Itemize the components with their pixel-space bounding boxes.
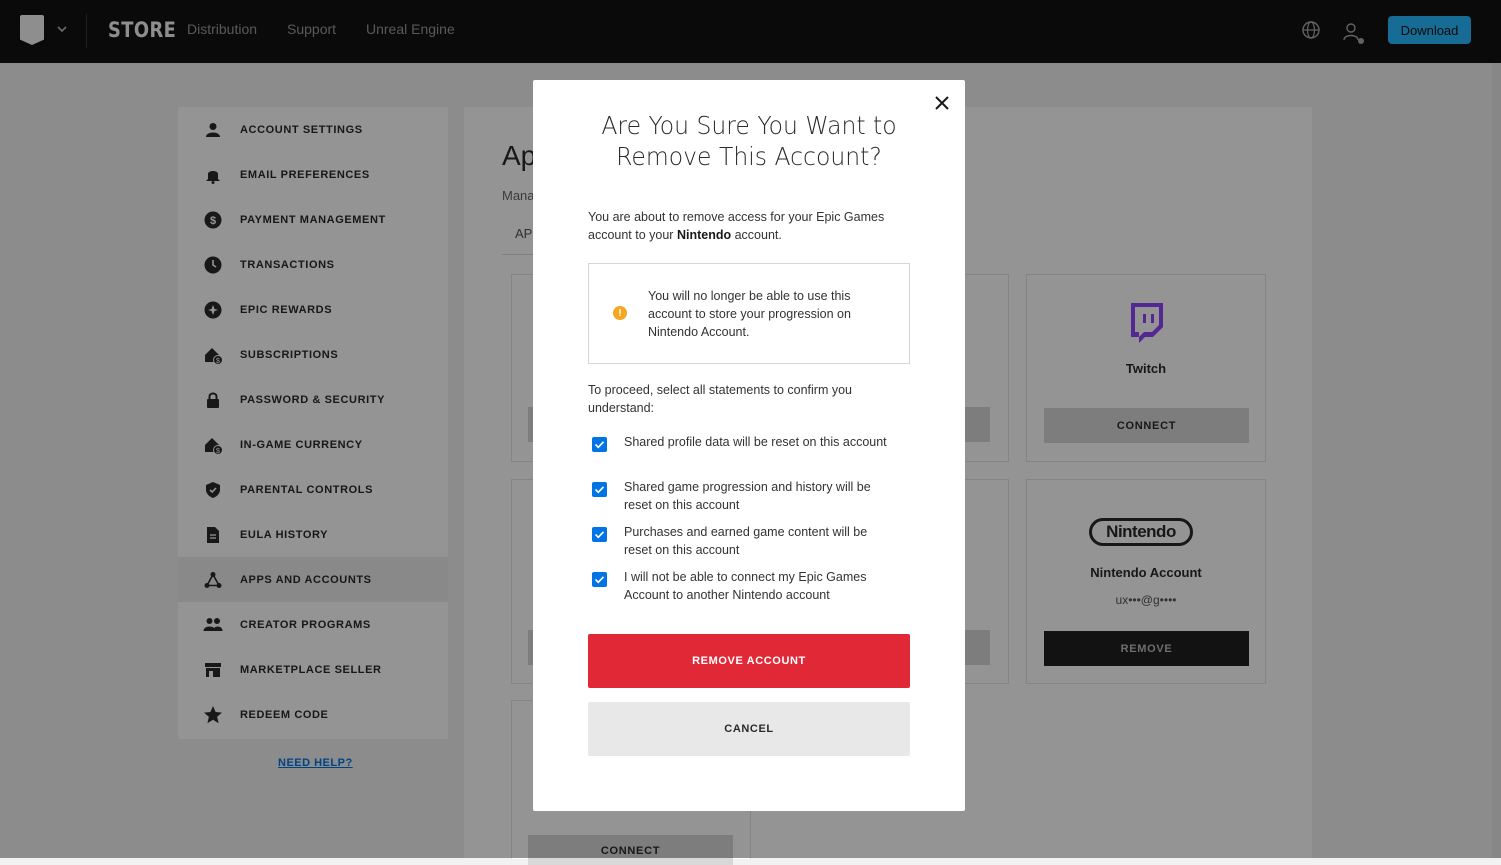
statement-label: Purchases and earned game content will b…	[624, 525, 868, 557]
warning-text: You will no longer be able to use this a…	[648, 289, 851, 339]
dialog-title: Are You Sure You Want to Remove This Acc…	[601, 111, 897, 171]
warning-icon: !	[613, 306, 627, 320]
checkbox-checked[interactable]	[592, 572, 607, 587]
checkbox-checked[interactable]	[592, 527, 607, 542]
statement-label: Shared profile data will be reset on thi…	[624, 435, 887, 449]
remove-account-button[interactable]: REMOVE ACCOUNT	[588, 634, 910, 688]
checkbox-checked[interactable]	[592, 437, 607, 452]
warning-box: ! You will no longer be able to use this…	[588, 263, 910, 364]
statement-label: I will not be able to connect my Epic Ga…	[624, 570, 867, 602]
statement-label: Shared game progression and history will…	[624, 480, 871, 512]
provider-name: Nintendo	[676, 228, 732, 242]
cancel-button[interactable]: CANCEL	[588, 702, 910, 756]
checkbox-checked[interactable]	[592, 482, 607, 497]
remove-account-dialog: Are You Sure You Want to Remove This Acc…	[533, 80, 965, 811]
dialog-intro: You are about to remove access for your …	[588, 210, 885, 242]
close-icon[interactable]	[933, 94, 951, 112]
confirm-instructions: To proceed, select all statements to con…	[588, 383, 853, 415]
